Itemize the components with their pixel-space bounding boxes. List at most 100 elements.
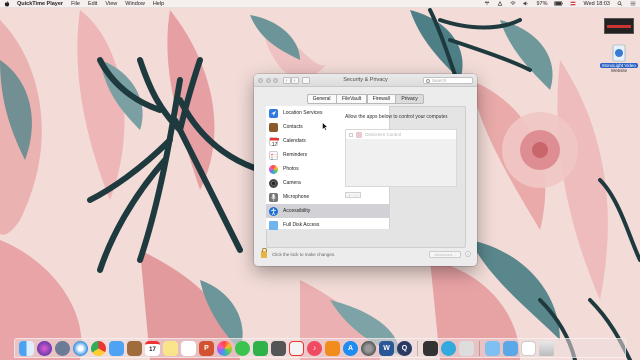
contacts-icon <box>269 122 278 132</box>
document-icon[interactable] <box>521 340 536 356</box>
minimize-button[interactable] <box>265 77 271 83</box>
tab-general[interactable]: General <box>306 94 337 104</box>
back-button[interactable]: ‹ <box>282 76 291 84</box>
messages-icon[interactable] <box>235 340 250 356</box>
folder-icon <box>269 220 278 230</box>
system-preferences-icon[interactable] <box>361 340 376 356</box>
powerpoint-icon[interactable]: P <box>199 340 214 356</box>
tab-privacy[interactable]: Privacy <box>395 94 424 104</box>
privacy-item-label: Contacts <box>283 124 303 130</box>
launchpad-icon[interactable] <box>55 340 70 356</box>
app-name: OnScreen Control <box>365 132 402 137</box>
forward-button[interactable]: › <box>290 76 299 84</box>
onscreen-control-icon <box>356 131 362 138</box>
mail-icon[interactable] <box>109 340 124 356</box>
menu-file[interactable]: File <box>71 1 80 7</box>
privacy-item-label: Full Disk Access <box>283 222 320 228</box>
privacy-item-label: Photos <box>283 166 299 172</box>
dock-separator <box>479 340 480 356</box>
advanced-button[interactable]: Advanced... <box>429 250 461 258</box>
volume-icon[interactable] <box>523 1 529 6</box>
lock-row: Click the lock to make changes. Advanced… <box>261 247 471 259</box>
user-flag-icon[interactable] <box>570 1 576 6</box>
finder-folder-icon[interactable] <box>485 340 500 356</box>
books-icon[interactable] <box>325 340 340 356</box>
menu-edit[interactable]: Edit <box>88 1 97 7</box>
add-button: + <box>348 192 351 198</box>
search-icon <box>426 78 430 83</box>
website-file-icon <box>612 44 626 62</box>
accessibility-icon <box>269 206 278 216</box>
trash-icon[interactable] <box>539 340 554 356</box>
quicktime-icon[interactable]: Q <box>397 340 412 356</box>
zoom-button[interactable] <box>273 77 278 83</box>
show-all-grid-icon[interactable] <box>301 76 310 84</box>
menu-clock[interactable]: Wed 18:03 <box>583 1 610 7</box>
facetime-icon[interactable] <box>253 340 268 356</box>
menu-view[interactable]: View <box>105 1 117 7</box>
menu-window[interactable]: Window <box>125 1 145 7</box>
chrome-icon[interactable] <box>91 340 106 356</box>
menu-help[interactable]: Help <box>153 1 164 7</box>
privacy-item-accessibility[interactable]: Accessibility <box>266 204 389 218</box>
spotlight-icon[interactable] <box>617 1 623 6</box>
dropbox-icon[interactable] <box>484 1 490 6</box>
allowed-apps-list: OnScreen Control <box>345 129 457 187</box>
privacy-item-full-disk-access[interactable]: Full Disk Access <box>266 218 389 232</box>
privacy-item-label: Camera <box>283 180 301 186</box>
add-remove-buttons: + − <box>345 192 361 198</box>
wifi-icon[interactable] <box>510 1 517 6</box>
dock: 17 P ♪ A W Q <box>14 338 626 358</box>
battery-icon[interactable] <box>554 1 564 6</box>
mouse-cursor-icon <box>322 122 328 131</box>
camera-icon <box>269 178 278 188</box>
news-icon[interactable] <box>289 340 304 356</box>
window-titlebar[interactable]: ‹ › Security & Privacy Search <box>254 74 477 87</box>
tab-bar: General FileVault Firewall Privacy <box>254 94 477 104</box>
reminders-icon <box>269 150 278 160</box>
appstore-icon[interactable]: A <box>343 340 358 356</box>
safari-icon[interactable] <box>73 340 88 356</box>
tab-filevault[interactable]: FileVault <box>336 94 368 104</box>
desktop-video-thumbnail[interactable] <box>604 18 634 34</box>
security-privacy-window: ‹ › Security & Privacy Search General Fi… <box>254 74 477 266</box>
music-icon[interactable]: ♪ <box>307 340 322 356</box>
siri-icon[interactable] <box>37 340 52 356</box>
lock-icon[interactable] <box>261 247 267 258</box>
drive-icon[interactable] <box>497 1 503 6</box>
close-button[interactable] <box>258 77 263 83</box>
accessibility-detail: Allow the apps below to control your com… <box>345 114 465 120</box>
apple-menu-icon[interactable] <box>4 0 10 7</box>
detail-description: Allow the apps below to control your com… <box>345 114 449 120</box>
notes-icon[interactable] <box>163 340 178 356</box>
tab-firewall[interactable]: Firewall <box>366 94 396 104</box>
downloads-icon[interactable] <box>503 340 518 356</box>
terminal-icon[interactable] <box>423 340 438 356</box>
app-row-onscreen-control: OnScreen Control <box>346 130 456 139</box>
contacts-icon[interactable] <box>127 340 142 356</box>
menu-bar: QuickTime Player File Edit View Window H… <box>0 0 640 8</box>
privacy-item-label: Microphone <box>283 194 310 200</box>
remote-icon[interactable] <box>441 340 456 356</box>
finder-icon[interactable] <box>19 340 34 356</box>
photos-icon[interactable] <box>217 340 232 356</box>
help-button[interactable]: ? <box>465 251 471 257</box>
desktop-file-website[interactable]: MonoLight Video Website <box>600 44 638 73</box>
word-icon[interactable]: W <box>379 340 394 356</box>
lock-text: Click the lock to make changes. <box>272 251 336 257</box>
app-checkbox <box>349 132 353 137</box>
battery-percent: 97% <box>536 0 548 7</box>
chess-icon[interactable] <box>271 340 286 356</box>
calendar-icon: 17 <box>269 136 279 148</box>
search-placeholder: Search <box>432 78 447 83</box>
privacy-item-microphone[interactable]: Microphone <box>266 190 389 204</box>
calendar-icon[interactable]: 17 <box>145 340 160 356</box>
location-icon <box>269 108 278 118</box>
reminders-icon[interactable] <box>181 340 196 356</box>
desktop-file-label-2: Website <box>610 68 628 73</box>
search-field[interactable]: Search <box>423 77 473 84</box>
app-name-menu[interactable]: QuickTime Player <box>17 1 63 7</box>
preview-icon[interactable] <box>459 340 474 356</box>
notification-center-icon[interactable] <box>630 1 636 6</box>
photos-icon <box>269 164 278 174</box>
